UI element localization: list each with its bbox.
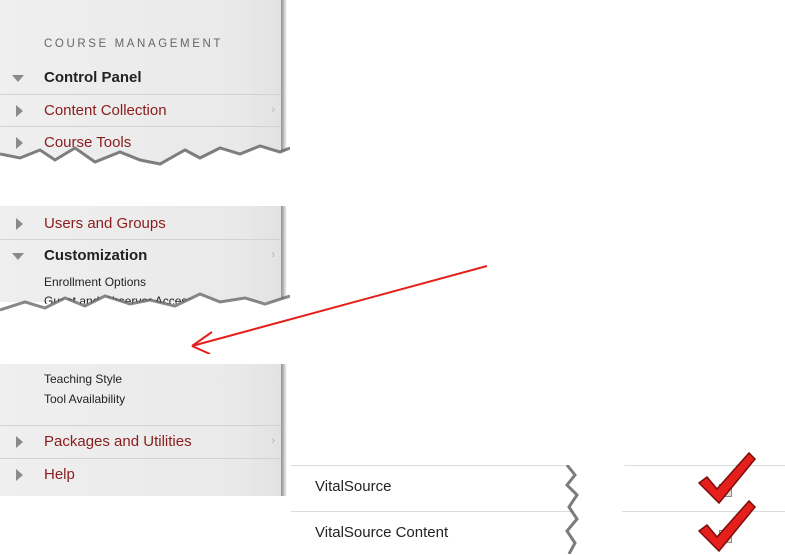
tool-name: VitalSource Content [315, 524, 449, 541]
course-management-panel-bottom: Teaching Style Tool Availability Package… [0, 364, 281, 496]
menu-item-label: Customization [44, 247, 148, 264]
chevron-right-icon: › [271, 435, 275, 447]
tool-availability-table: VitalSource VitalSource Content [291, 451, 785, 554]
menu-item-label: Control Panel [44, 69, 142, 86]
tool-name: VitalSource [315, 478, 392, 495]
panel-shadow [281, 0, 287, 160]
menu-item-help[interactable]: Help [0, 458, 281, 490]
collapse-arrow-icon [12, 75, 24, 82]
menu-item-label: Content Collection [44, 102, 167, 119]
checkmark-icon [697, 499, 757, 553]
menu-item-packages-and-utilities[interactable]: Packages and Utilities › [0, 425, 281, 457]
collapse-arrow-icon [12, 253, 24, 260]
menu-item-label: Help [44, 466, 75, 483]
panel-shadow [281, 364, 287, 496]
menu-item-label: Packages and Utilities [44, 433, 192, 450]
annotation-arrow-icon [191, 265, 488, 354]
chevron-right-icon: › [271, 104, 275, 116]
menu-item-users-and-groups[interactable]: Users and Groups [0, 208, 281, 240]
submenu-teaching-style[interactable]: Teaching Style [44, 372, 122, 386]
menu-item-content-collection[interactable]: Content Collection › [0, 94, 281, 126]
submenu-tool-availability[interactable]: Tool Availability [44, 392, 125, 406]
expand-arrow-icon [16, 469, 23, 481]
torn-edge [0, 144, 290, 178]
chevron-right-icon: › [271, 249, 275, 261]
menu-item-control-panel[interactable]: Control Panel [0, 62, 281, 94]
section-label-course-management: COURSE MANAGEMENT [44, 38, 224, 50]
torn-edge [564, 465, 627, 554]
menu-item-label: Users and Groups [44, 215, 166, 232]
expand-arrow-icon [16, 105, 23, 117]
expand-arrow-icon [16, 436, 23, 448]
expand-arrow-icon [16, 218, 23, 230]
